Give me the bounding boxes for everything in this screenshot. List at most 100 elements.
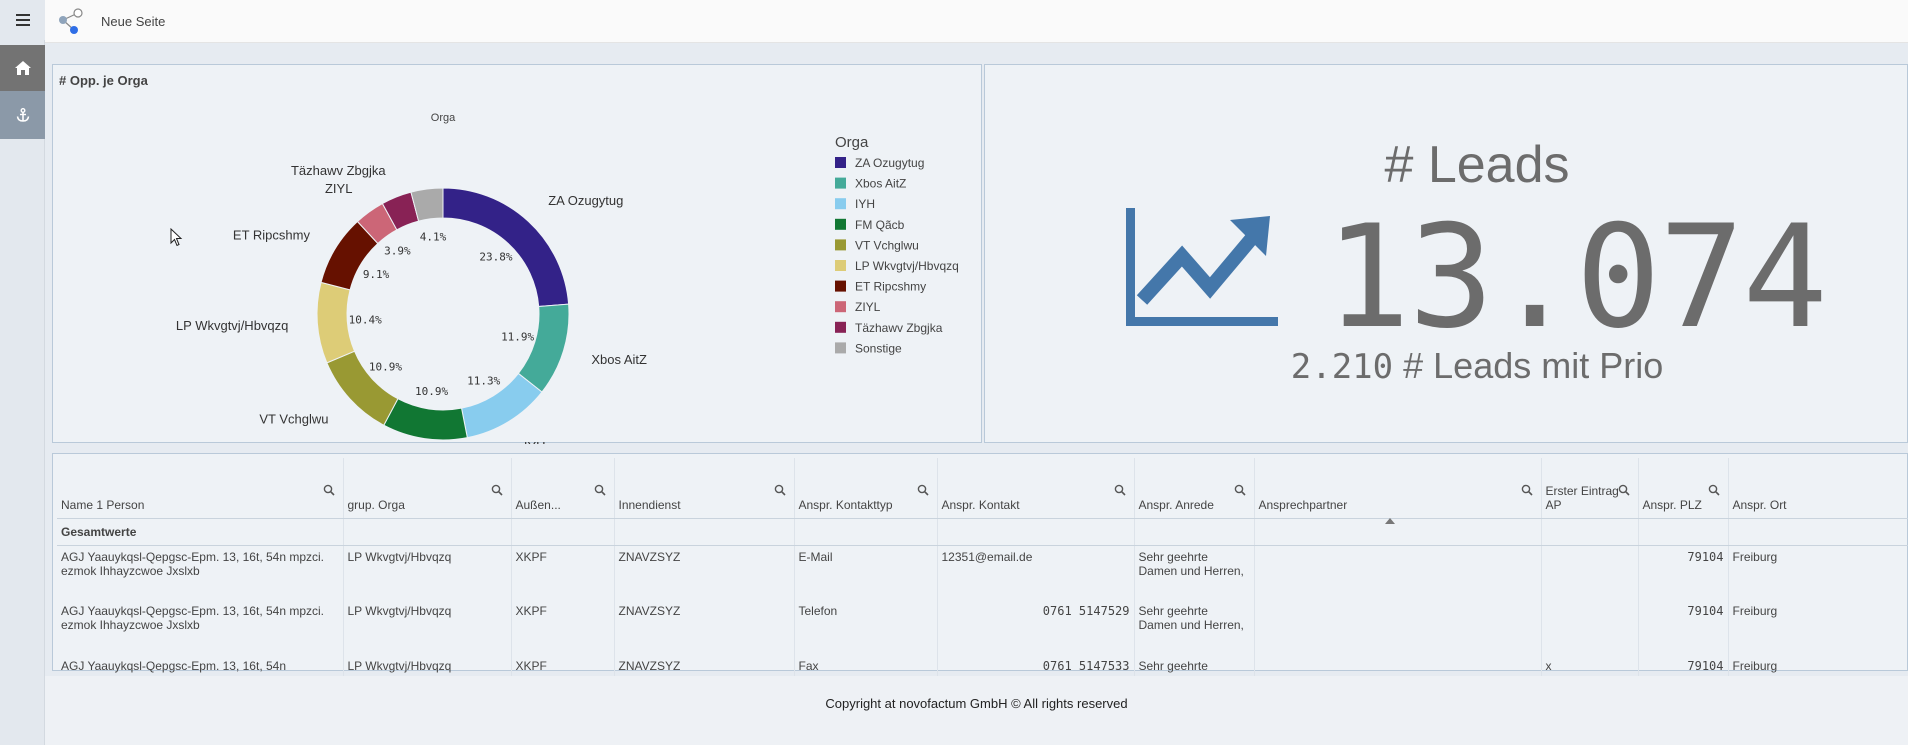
table-cell <box>1254 600 1542 655</box>
table-cell <box>1541 545 1639 600</box>
slice-value-label: 9.1% <box>363 268 390 281</box>
legend-swatch[interactable] <box>835 321 846 333</box>
kpi-sub-value: 2.210 <box>1290 347 1394 387</box>
legend-swatch[interactable] <box>835 157 846 168</box>
kpi-panel[interactable]: # Leads 13.074 2.210 # Leads mit Prio <box>984 64 1908 443</box>
search-icon[interactable] <box>491 484 503 496</box>
column-header[interactable]: grup. Orga <box>343 458 512 519</box>
search-icon[interactable] <box>323 484 335 496</box>
column-header-label: Anspr. PLZ <box>1642 497 1702 512</box>
legend-item[interactable]: IYH <box>855 197 875 211</box>
hamburger-icon <box>15 14 30 26</box>
totals-label: Gesamtwerte <box>57 518 344 546</box>
column-header-label: Erster Eintrag AP <box>1545 483 1619 512</box>
kpi-sub-label: # Leads mit Prio <box>1403 345 1664 386</box>
table-cell <box>937 518 1135 546</box>
column-header[interactable]: Anspr. Kontakttyp <box>794 458 938 519</box>
legend-swatch[interactable] <box>835 177 846 189</box>
legend-item[interactable]: LP Wkvgtvj/Hbvqzq <box>855 259 959 273</box>
search-icon[interactable] <box>1114 484 1126 496</box>
slice-category-label: ET Ripcshmy <box>233 227 311 242</box>
search-icon[interactable] <box>594 484 606 496</box>
legend-swatch[interactable] <box>835 342 846 354</box>
slice-value-label: 10.4% <box>349 314 382 327</box>
table-cell <box>1254 518 1542 546</box>
table-row[interactable]: AGJ Yaauykqsl-Qepgsc-Epm. 13, 16t, 54n m… <box>57 545 1908 600</box>
column-header[interactable]: Anspr. Kontakt <box>937 458 1135 519</box>
legend-item[interactable]: ZIYL <box>855 300 881 314</box>
search-icon[interactable] <box>1708 484 1720 496</box>
column-header[interactable]: Anspr. Ort <box>1728 458 1908 519</box>
column-header[interactable]: Erster Eintrag AP <box>1541 458 1639 519</box>
anchor-button[interactable] <box>0 91 45 139</box>
legend-item[interactable]: FM Qãcb <box>855 218 905 232</box>
table-cell: 0761 5147529 <box>937 600 1135 655</box>
table-cell <box>1541 600 1639 655</box>
table-cell <box>1134 518 1255 546</box>
legend-item[interactable]: Täzhawv Zbgjka <box>855 321 943 335</box>
slice-value-label: 10.9% <box>369 361 402 374</box>
legend-item[interactable]: ZA Ozugytug <box>855 156 924 170</box>
top-bar: Neue Seite <box>45 0 1908 43</box>
table-row[interactable]: AGJ Yaauykqsl-Qepgsc-Epm. 13, 16t, 54n m… <box>57 600 1908 655</box>
legend-swatch[interactable] <box>835 218 846 230</box>
anchor-icon <box>16 108 29 122</box>
home-button[interactable] <box>0 45 45 91</box>
column-header[interactable]: Name 1 Person <box>57 458 344 519</box>
column-header-label: Innendienst <box>618 497 681 512</box>
search-icon[interactable] <box>1521 484 1533 496</box>
table-cell <box>794 518 938 546</box>
column-header-label: grup. Orga <box>347 497 405 512</box>
search-icon[interactable] <box>1618 484 1630 496</box>
table-cell: AGJ Yaauykqsl-Qepgsc-Epm. 13, 16t, 54n m… <box>57 600 344 655</box>
table-cell: Sehr geehrte Damen und Herren, <box>1134 545 1255 600</box>
legend-swatch[interactable] <box>835 301 846 313</box>
table-cell: LP Wkvgtvj/Hbvqzq <box>343 600 512 655</box>
kpi-title: # Leads <box>1384 136 1570 194</box>
slice-value-label: 23.8% <box>479 251 512 264</box>
legend-item[interactable]: Xbos AitZ <box>855 177 906 191</box>
kpi-sub-line: 2.210 # Leads mit Prio <box>985 345 1908 387</box>
table-cell <box>1254 545 1542 600</box>
legend-item[interactable]: ET Ripcshmy <box>855 280 926 294</box>
donut-slice[interactable] <box>383 398 468 441</box>
search-icon[interactable] <box>1234 484 1246 496</box>
table-cell: Freiburg <box>1728 600 1908 655</box>
slice-category-label: ZA Ozugytug <box>548 193 623 208</box>
column-header[interactable]: Innendienst <box>614 458 795 519</box>
table-cell: XKPF <box>511 545 615 600</box>
legend-swatch[interactable] <box>835 280 846 292</box>
donut-chart[interactable]: Orga 23.8% 11.9% 11.3% 10.9% 10.9% 10.4% 9.1% 3… <box>53 65 983 444</box>
mouse-cursor-icon <box>170 228 183 247</box>
table-cell: Freiburg <box>1728 545 1908 600</box>
table-cell: E-Mail <box>794 545 938 600</box>
legend-swatch[interactable] <box>835 198 846 210</box>
table-cell: 79104 <box>1638 545 1729 600</box>
column-header-label: Name 1 Person <box>61 497 145 512</box>
search-icon[interactable] <box>774 484 786 496</box>
search-icon[interactable] <box>917 484 929 496</box>
page-title: Neue Seite <box>101 13 166 29</box>
table-cell <box>511 518 615 546</box>
slice-category-label: LP Wkvgtvj/Hbvqzq <box>176 318 288 333</box>
table-cell: ZNAVZSYZ <box>614 545 795 600</box>
column-header[interactable]: Außen... <box>511 458 615 519</box>
slice-category-label: ZIYL <box>325 181 352 196</box>
legend-item[interactable]: Sonstige <box>855 341 902 355</box>
table-cell: AGJ Yaauykqsl-Qepgsc-Epm. 13, 16t, 54n m… <box>57 545 344 600</box>
legend-swatch[interactable] <box>835 239 846 251</box>
slice-category-label: Täzhawv Zbgjka <box>291 163 386 178</box>
column-header[interactable]: Ansprechpartner <box>1254 458 1542 524</box>
legend-swatch[interactable] <box>835 260 846 271</box>
slice-value-label: 11.3% <box>467 375 500 388</box>
column-header[interactable]: Anspr. PLZ <box>1638 458 1729 519</box>
sort-indicator-icon <box>1384 517 1395 524</box>
legend-item[interactable]: VT Vchglwu <box>855 238 919 252</box>
network-logo-icon <box>59 8 83 34</box>
table-panel[interactable]: Name 1 Person grup. Orga Außen... Innendien… <box>52 453 1908 710</box>
column-header[interactable]: Anspr. Anrede <box>1134 458 1255 519</box>
table-cell: ZNAVZSYZ <box>614 600 795 655</box>
donut-chart-panel[interactable]: # Opp. je Orga Orga 23.8% 11.9% 11.3% 10.9%… <box>52 64 983 444</box>
menu-button[interactable] <box>0 0 45 40</box>
slice-value-label: 11.9% <box>501 331 534 344</box>
